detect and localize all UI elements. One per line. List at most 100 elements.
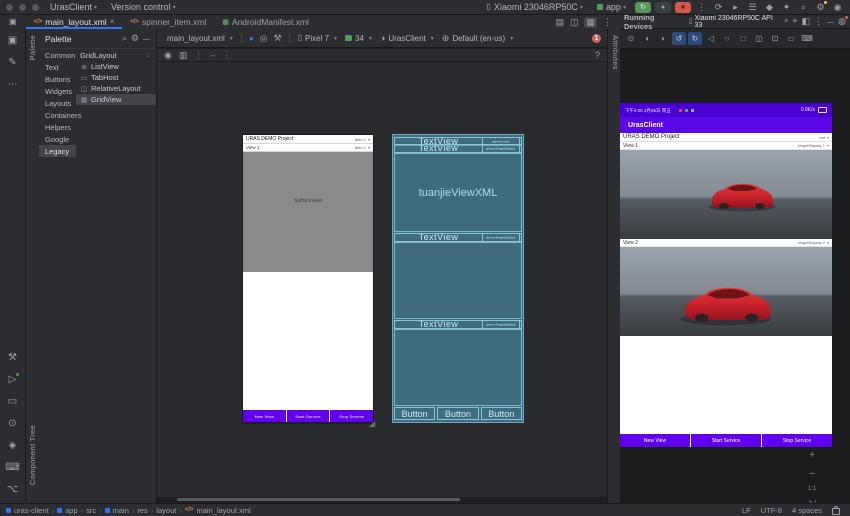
rotate-left-button[interactable]: ↺: [672, 32, 686, 45]
tab-android-manifest[interactable]: ▦ AndroidManifest.xml: [214, 15, 317, 29]
terminal-tool-button[interactable]: ⌨: [5, 462, 19, 473]
notifications-button[interactable]: ◍: [838, 17, 846, 26]
hide-panel-button[interactable]: —: [827, 17, 834, 26]
run-anything-button[interactable]: ▸: [727, 2, 744, 13]
commit-tool-button[interactable]: ✎: [8, 57, 16, 68]
start-service-button[interactable]: Start Service: [287, 410, 330, 422]
layout-variants-button[interactable]: ▥: [179, 51, 188, 60]
category-text[interactable]: Text: [39, 61, 76, 73]
design-surface-button[interactable]: ●: [246, 34, 257, 43]
category-legacy[interactable]: Legacy: [39, 145, 76, 157]
blueprint-textview-row-4[interactable]: TextView spinnerTargetDisplay3: [394, 320, 522, 329]
volume-up-button[interactable]: ◖: [640, 32, 654, 45]
view1-spinner[interactable]: Item 1 ▾: [355, 145, 370, 150]
vcs-menu[interactable]: Version control ▾: [104, 0, 183, 14]
new-view-button[interactable]: New View: [620, 434, 690, 447]
back-button[interactable]: ◁: [704, 32, 718, 45]
project-tool-button[interactable]: ▣: [8, 35, 17, 46]
screenshot-button[interactable]: ⊡: [768, 32, 782, 45]
night-mode-button[interactable]: ⚒: [271, 34, 285, 43]
api-picker[interactable]: 34 ▾: [341, 34, 376, 43]
home-button[interactable]: ○: [720, 32, 734, 45]
color-spinner[interactable]: Item 1 ▾: [355, 137, 370, 142]
align-vertical-button[interactable]: ⋮: [222, 51, 231, 60]
blueprint-spinner-target1[interactable]: spinnerTargetDisplay1: [482, 144, 520, 153]
crumb-layout[interactable]: layout: [156, 506, 176, 515]
code-view-button[interactable]: ▤: [555, 18, 564, 27]
encoding-widget[interactable]: UTF-8: [761, 506, 782, 515]
crumb-main[interactable]: main: [113, 506, 129, 515]
blueprint-spinner-target3[interactable]: spinnerTargetDisplay3: [482, 320, 520, 329]
crumb-src[interactable]: src: [86, 506, 96, 515]
category-containers[interactable]: Containers: [39, 109, 76, 121]
blueprint-surfaceview-3[interactable]: [394, 329, 522, 406]
version-control-tool-button[interactable]: ⌥: [7, 484, 19, 495]
screen-record-button[interactable]: ▭: [784, 32, 798, 45]
window-layout-button[interactable]: ◧: [802, 17, 811, 26]
running-device-tab[interactable]: ▯ Xiaomi 23046RP50C API 33 ×: [689, 15, 789, 29]
device-manager-button[interactable]: ▭: [8, 396, 17, 407]
zoom-in-button[interactable]: +: [809, 450, 815, 461]
resize-handle-icon[interactable]: ◢: [369, 419, 375, 428]
design-view-button[interactable]: ▦: [584, 17, 597, 28]
snapshot-button[interactable]: ◫: [752, 32, 766, 45]
stop-service-button[interactable]: Stop Service: [762, 434, 832, 447]
palette-settings-button[interactable]: ⚙: [131, 34, 139, 43]
problems-tool-button[interactable]: ⊙: [8, 418, 16, 429]
crumb-res[interactable]: res: [137, 506, 147, 515]
settings-button[interactable]: ⚙: [812, 2, 829, 13]
file-selector[interactable]: main_layout.xml ▾: [163, 34, 237, 43]
more-actions-button[interactable]: ⋮: [693, 2, 710, 13]
view1-target-spinner[interactable]: targetDisplay 1 ▾: [798, 143, 829, 148]
editor-options-button[interactable]: ⋮: [603, 18, 612, 27]
design-preview-device[interactable]: URAS DEMO Project Item 1 ▾ View 1 Item 1…: [243, 135, 373, 422]
more-tool-windows-button[interactable]: ⋯: [8, 79, 18, 90]
app-insights-button[interactable]: ◈: [9, 440, 17, 451]
recents-button[interactable]: □: [736, 32, 750, 45]
design-canvas[interactable]: [157, 62, 607, 497]
device-picker[interactable]: ▯ Pixel 7 ▾: [294, 34, 341, 43]
rerun-button[interactable]: ↻: [635, 2, 651, 13]
category-helpers[interactable]: Helpers: [39, 121, 76, 133]
build-tool-button[interactable]: ⚒: [8, 352, 17, 363]
category-layouts[interactable]: Layouts: [39, 97, 76, 109]
blueprint-spinner-target2[interactable]: spinnerTargetDisplay2: [482, 233, 520, 242]
color-spinner[interactable]: red ▾: [819, 135, 829, 140]
account-button[interactable]: ◉: [829, 2, 846, 13]
category-buttons[interactable]: Buttons: [39, 73, 76, 85]
category-google[interactable]: Google: [39, 133, 76, 145]
new-view-button[interactable]: New View: [243, 410, 286, 422]
palette-hide-button[interactable]: —: [143, 34, 150, 43]
lock-icon[interactable]: [832, 508, 840, 515]
item-gridlayout[interactable]: GridLayout ↓: [76, 50, 156, 61]
device-selector[interactable]: ▯ Xiaomi 23046RP50C ▾: [479, 2, 589, 12]
item-tabhost[interactable]: ▭ TabHost: [76, 72, 156, 83]
line-ending-widget[interactable]: LF: [742, 506, 751, 515]
run-tool-button[interactable]: ▷: [9, 374, 17, 385]
add-device-button[interactable]: +: [792, 17, 797, 26]
blueprint-textview-row-3[interactable]: TextView spinnerTargetDisplay2: [394, 233, 522, 242]
window-minimize-button[interactable]: [19, 4, 26, 11]
build-variants-button[interactable]: ☰: [744, 2, 761, 13]
theme-picker[interactable]: ◑ UrasClient ▾: [376, 34, 438, 43]
indent-widget[interactable]: 4 spaces: [792, 506, 822, 515]
blueprint-button-3[interactable]: Button: [481, 407, 522, 420]
view2-target-spinner[interactable]: targetDisplay 2 ▾: [798, 240, 829, 245]
stop-service-button[interactable]: Stop Service: [330, 410, 373, 422]
close-icon[interactable]: ×: [784, 18, 788, 25]
stop-button[interactable]: ■: [675, 2, 691, 13]
device-mirror-screen[interactable]: 下午2:06 3月26日 周五 0.9K/s UrasClient URAS D…: [620, 103, 832, 448]
component-tree-vertical-tab[interactable]: Component Tree: [28, 425, 37, 485]
tab-main-layout-xml[interactable]: </> main_layout.xml ×: [26, 15, 123, 29]
blueprint-button-2[interactable]: Button: [437, 407, 478, 420]
attributes-vertical-tab[interactable]: Attributes: [611, 35, 620, 70]
gradle-button[interactable]: ◆: [761, 2, 778, 13]
start-service-button[interactable]: Start Service: [691, 434, 761, 447]
rotate-right-button[interactable]: ↻: [688, 32, 702, 45]
palette-vertical-tab[interactable]: Palette: [28, 35, 37, 60]
locale-picker[interactable]: ⊕ Default (en-us) ▾: [438, 34, 517, 43]
hardware-input-button[interactable]: ⌨: [800, 32, 814, 45]
window-close-button[interactable]: [6, 4, 13, 11]
blueprint-surfaceview-2[interactable]: [394, 242, 522, 319]
project-menu[interactable]: UrasClient ▾: [43, 0, 104, 14]
